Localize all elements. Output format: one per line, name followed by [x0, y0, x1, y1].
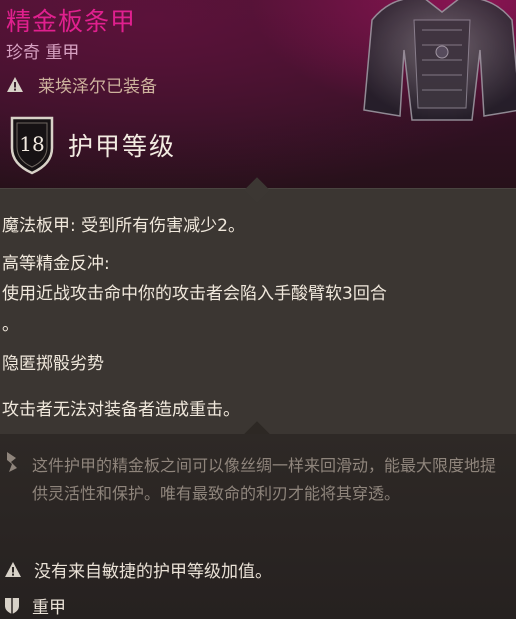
armor-class-value: 18 [19, 132, 45, 156]
property-magic-plate: 魔法板甲: 受到所有伤害减少2。 [2, 216, 245, 236]
item-rarity-type: 珍奇 重甲 [6, 43, 80, 63]
shield-icon [5, 597, 19, 614]
armor-image [363, 0, 516, 121]
property-stealth-disadvantage: 隐匿掷骰劣势 [2, 354, 104, 374]
lore-text: 这件护甲的精金板之间可以像丝绸一样来回滑动，能最大限度地提供灵活性和保护。唯有最… [32, 456, 497, 503]
warning-triangle-icon [7, 76, 23, 92]
equipped-notice: 莱埃泽尔已装备 [6, 72, 157, 97]
armor-class-row: 18 护甲等级 [8, 114, 176, 176]
warning-triangle-icon [5, 561, 21, 577]
lore-icon [7, 452, 17, 472]
property-desc-adamantine: 使用近战攻击命中你的攻击者会陷入手酸臂软3回合 [2, 284, 387, 304]
armor-type-text: 重甲 [32, 598, 66, 618]
item-tooltip: 精金板条甲 珍奇 重甲 莱埃泽尔已装备 18 护甲等级 魔法板甲: 受到所有伤害… [0, 0, 516, 619]
property-crit-immunity: 攻击者无法对装备者造成重击。 [2, 400, 240, 420]
armor-class-badge: 18 [8, 114, 56, 176]
lore-section: 这件护甲的精金板之间可以像丝绸一样来回滑动，能最大限度地提供灵活性和保护。唯有最… [0, 434, 516, 619]
dex-notice-text: 没有来自敏捷的护甲等级加值。 [34, 562, 272, 582]
properties-panel: 魔法板甲: 受到所有伤害减少2。 高等精金反冲: 使用近战攻击命中你的攻击者会陷… [0, 188, 516, 435]
dex-notice-row: 没有来自敏捷的护甲等级加值。 [4, 557, 272, 582]
item-name: 精金板条甲 [6, 7, 137, 36]
armor-class-label: 护甲等级 [68, 132, 177, 161]
tooltip-header: 精金板条甲 珍奇 重甲 莱埃泽尔已装备 18 护甲等级 [0, 0, 516, 188]
equipped-notice-text: 莱埃泽尔已装备 [38, 77, 157, 97]
property-desc-adamantine-end: 。 [2, 315, 19, 335]
property-title-adamantine: 高等精金反冲: [2, 254, 110, 274]
armor-type-row: 重甲 [4, 593, 66, 618]
